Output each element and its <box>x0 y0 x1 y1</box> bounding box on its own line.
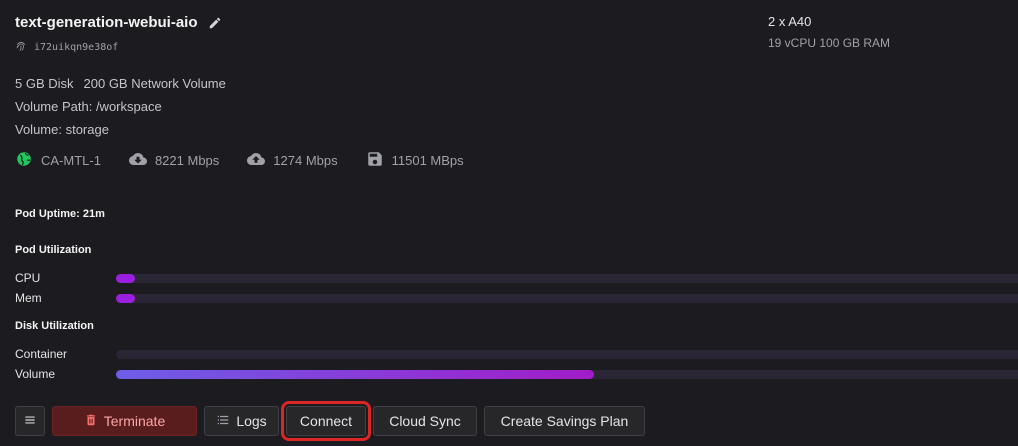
pod-uptime: Pod Uptime: 21m <box>15 208 105 220</box>
action-bar: Terminate Logs Connect Cloud Sync Create… <box>15 401 645 441</box>
cloud-download-icon <box>128 150 147 171</box>
volume-label: Volume <box>15 367 56 381</box>
volume-name: Volume: storage <box>15 122 109 137</box>
network-volume-size: 200 GB Network Volume <box>83 76 226 91</box>
download-speed: 8221 Mbps <box>154 153 220 168</box>
volume-path: Volume Path: /workspace <box>15 99 162 114</box>
disk-info: 5 GB Disk 200 GB Network Volume <box>15 76 226 91</box>
container-bar <box>116 350 1018 359</box>
region-label: CA-MTL-1 <box>41 153 101 168</box>
network-stats: CA-MTL-1 8221 Mbps 1274 Mbps 11501 MBps <box>15 150 492 171</box>
disk-size: 5 GB Disk <box>15 76 74 91</box>
terminate-label: Terminate <box>103 413 166 429</box>
pod-title: text-generation-webui-aio <box>15 14 222 31</box>
globe-icon <box>15 150 33 171</box>
upload-speed: 1274 Mbps <box>273 153 338 168</box>
save-disk-icon <box>366 150 384 171</box>
logs-label: Logs <box>236 413 267 429</box>
cloud-sync-label: Cloud Sync <box>389 413 461 429</box>
volume-bar-fill <box>116 370 595 379</box>
savings-plan-label: Create Savings Plan <box>500 413 629 429</box>
trash-icon <box>84 413 98 430</box>
fingerprint-icon <box>15 40 27 55</box>
list-icon <box>216 413 230 430</box>
cpu-label: CPU <box>15 271 41 285</box>
region-stat: CA-MTL-1 <box>15 150 101 171</box>
cloud-sync-button[interactable]: Cloud Sync <box>373 406 477 436</box>
disk-speed: 11501 MBps <box>391 153 464 168</box>
pod-name: text-generation-webui-aio <box>15 14 198 31</box>
cpu-bar-fill <box>116 274 135 283</box>
pod-specs: 19 vCPU 100 GB RAM <box>768 36 891 50</box>
volume-bar <box>116 370 1018 379</box>
mem-label: Mem <box>15 291 42 305</box>
disk-speed-stat: 11501 MBps <box>366 150 464 171</box>
mem-bar <box>116 294 1018 303</box>
pod-utilization-title: Pod Utilization <box>15 244 92 256</box>
hamburger-menu-icon <box>23 413 37 430</box>
create-savings-plan-button[interactable]: Create Savings Plan <box>484 406 645 436</box>
mem-bar-fill <box>116 294 135 303</box>
terminate-button[interactable]: Terminate <box>52 406 197 436</box>
download-stat: 8221 Mbps <box>128 150 220 171</box>
menu-button[interactable] <box>15 406 45 436</box>
pod-id[interactable]: i72uikqn9e38of <box>34 42 118 53</box>
cloud-upload-icon <box>247 150 266 171</box>
disk-utilization-title: Disk Utilization <box>15 320 94 332</box>
logs-button[interactable]: Logs <box>204 406 279 436</box>
pod-id-row: i72uikqn9e38of <box>15 40 118 55</box>
upload-stat: 1274 Mbps <box>247 150 338 171</box>
cpu-bar <box>116 274 1018 283</box>
connect-button[interactable]: Connect <box>281 401 371 441</box>
container-label: Container <box>15 347 68 361</box>
edit-pencil-icon[interactable] <box>208 16 222 30</box>
gpu-count: 2 x A40 <box>768 14 812 29</box>
connect-label: Connect <box>299 413 353 429</box>
